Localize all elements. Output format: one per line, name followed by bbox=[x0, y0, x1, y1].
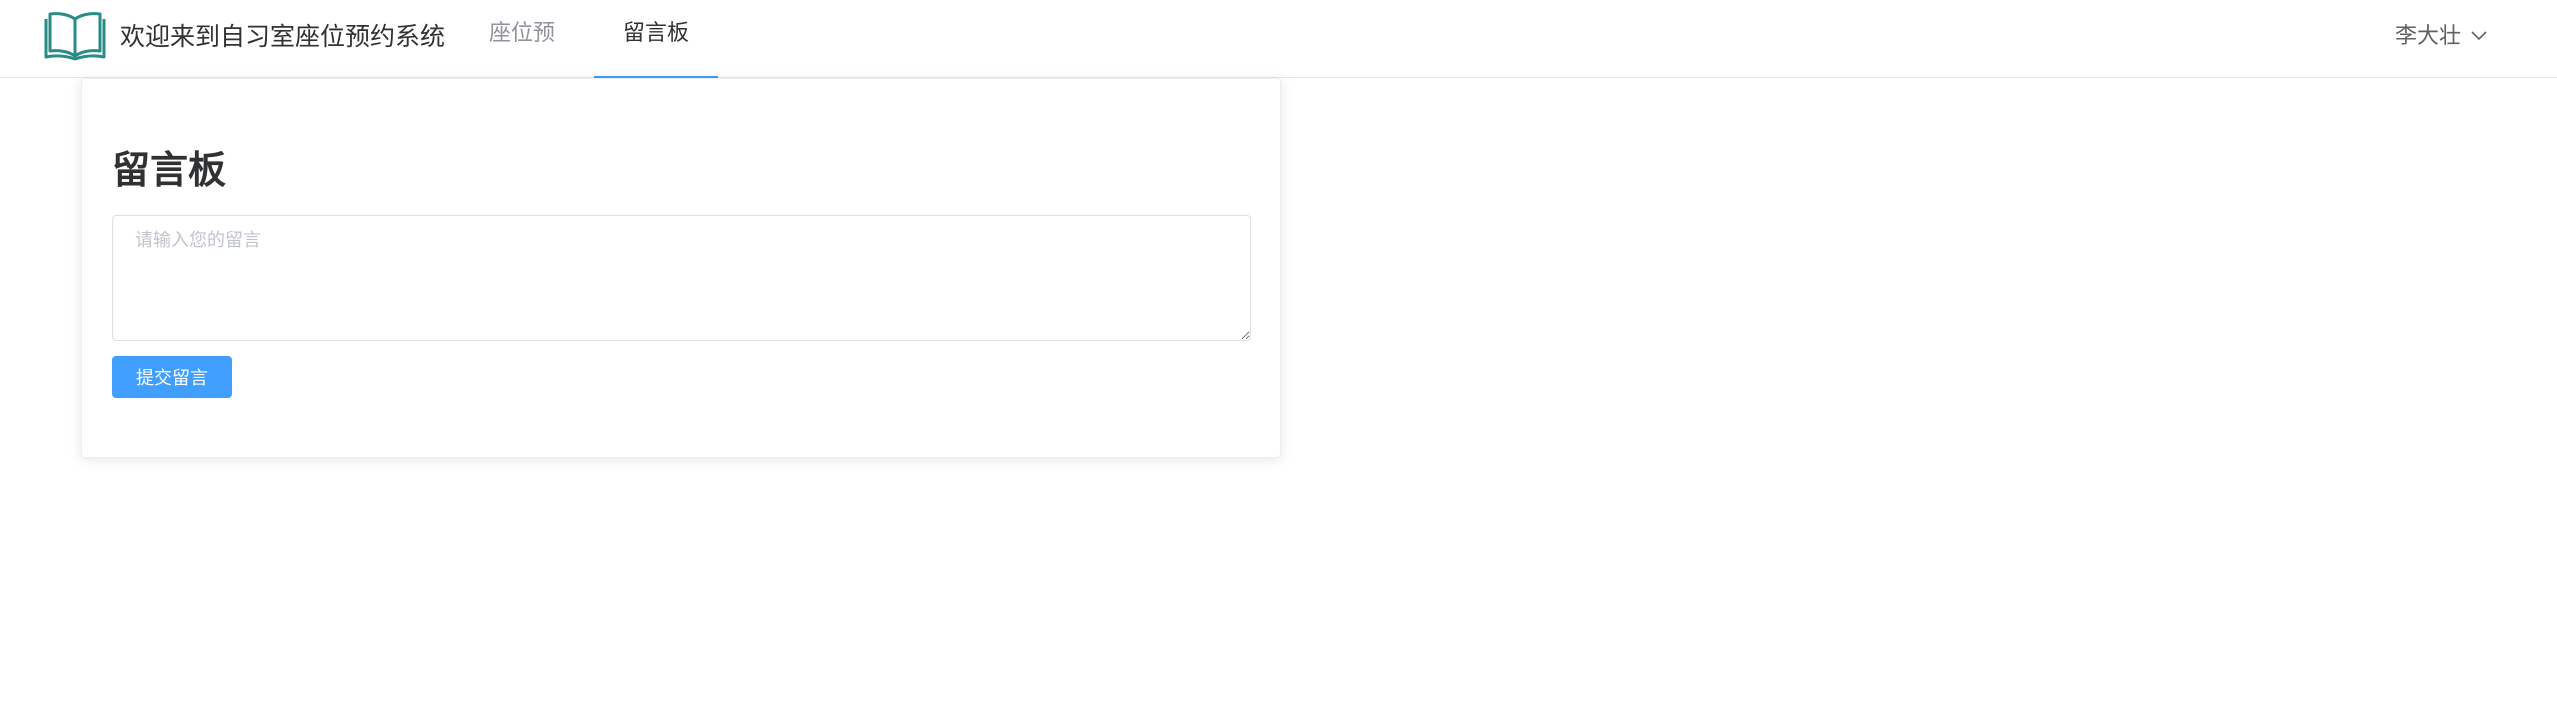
nav-item-seat-reservation[interactable]: 座位预约 bbox=[480, 0, 564, 114]
top-nav-bar: 欢迎来到自习室座位预约系统 座位预约 留言板 李大壮 bbox=[0, 0, 2557, 114]
message-board-card: 留言板 提交留言 bbox=[81, 78, 1281, 458]
chevron-down-icon bbox=[2461, 22, 2487, 47]
message-input[interactable] bbox=[112, 215, 1251, 341]
user-name: 李大壮 bbox=[2394, 24, 2461, 49]
brand: 欢迎来到自习室座位预约系统 bbox=[44, 0, 445, 70]
page-title: 留言板 bbox=[112, 148, 227, 192]
nav-item-message-board[interactable]: 留言板 bbox=[594, 0, 718, 79]
user-menu[interactable]: 李大壮 bbox=[2395, 0, 2487, 68]
app-title: 欢迎来到自习室座位预约系统 bbox=[120, 22, 446, 51]
open-book-icon bbox=[44, 9, 106, 61]
submit-message-button[interactable]: 提交留言 bbox=[112, 356, 232, 398]
